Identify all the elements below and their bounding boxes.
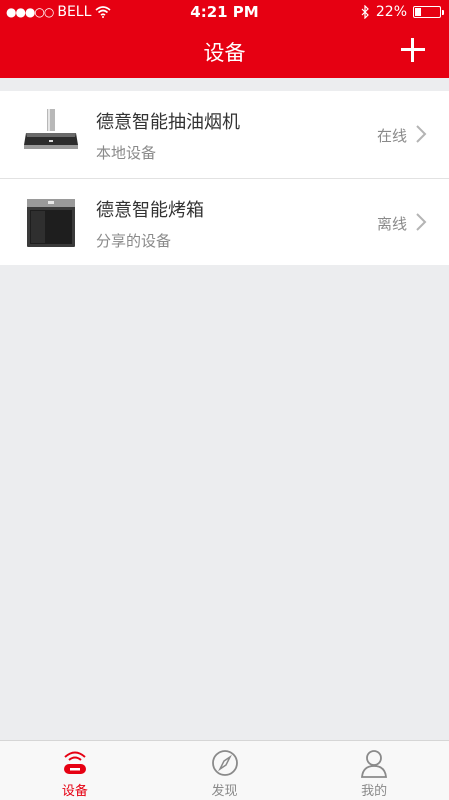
device-status: 在线 (376, 127, 407, 145)
status-bar: ●●●○○ BELL 4:21 PM 22% (0, 0, 449, 26)
tab-devices[interactable]: 设备 (0, 741, 150, 800)
oven-image (27, 199, 75, 247)
device-list: 德意智能抽油烟机 本地设备 在线 德意智能烤箱 分享的设备 离线 (0, 91, 449, 265)
tab-label: 我的 (361, 784, 388, 799)
tab-label: 发现 (211, 784, 238, 799)
chevron-right-icon (416, 125, 427, 143)
device-subtitle: 本地设备 (96, 144, 157, 162)
add-device-button[interactable] (399, 36, 427, 64)
device-row-oven[interactable]: 德意智能烤箱 分享的设备 离线 (0, 178, 449, 265)
device-status: 离线 (376, 215, 407, 233)
page-title: 设备 (203, 41, 246, 65)
device-subtitle: 分享的设备 (96, 232, 172, 250)
tab-bar: 设备 发现 我的 (0, 740, 449, 800)
compass-icon (211, 750, 238, 776)
tab-profile[interactable]: 我的 (299, 741, 449, 800)
chevron-right-icon (416, 213, 427, 231)
nav-header: ●●●○○ BELL 4:21 PM 22% 设备 (0, 0, 449, 78)
device-row-range-hood[interactable]: 德意智能抽油烟机 本地设备 在线 (0, 91, 449, 178)
range-hood-image (24, 109, 78, 149)
battery-level (415, 8, 421, 16)
device-name: 德意智能烤箱 (96, 200, 204, 221)
tab-label: 设备 (61, 784, 88, 799)
battery-icon (413, 6, 444, 18)
device-name: 德意智能抽油烟机 (96, 112, 240, 133)
router-icon (63, 751, 86, 774)
tab-discover[interactable]: 发现 (150, 741, 300, 800)
bluetooth-icon (361, 5, 369, 19)
user-icon (361, 750, 388, 778)
battery-percent: 22% (375, 4, 407, 20)
